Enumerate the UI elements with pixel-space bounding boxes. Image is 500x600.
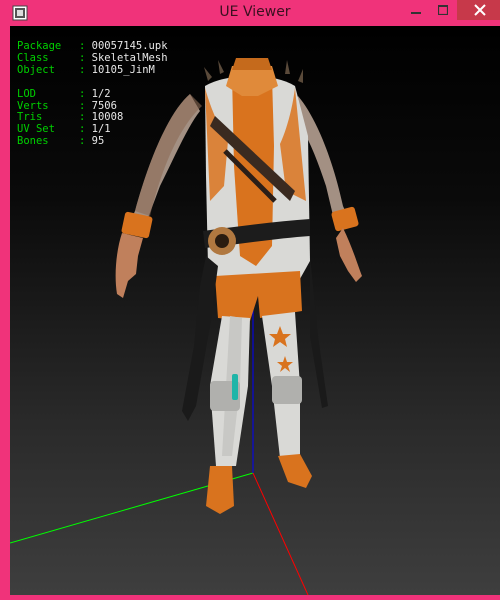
- close-button[interactable]: [457, 0, 500, 20]
- minimize-button[interactable]: [403, 0, 429, 20]
- close-icon: [473, 4, 486, 16]
- lod-label: LOD: [17, 87, 36, 100]
- bones-value: 95: [91, 135, 105, 148]
- package-value: 00057145.upk: [91, 40, 168, 52]
- lod-value: 1/2: [91, 87, 111, 100]
- title-bar[interactable]: UE Viewer: [5, 0, 500, 26]
- object-row: Object: 10105_JinM: [17, 63, 155, 76]
- object-label: Object: [17, 63, 55, 76]
- axis-x-line: [252, 472, 309, 595]
- minimize-icon: [411, 12, 421, 14]
- uvset-value: 1/1: [91, 123, 111, 136]
- object-value: 10105_JinM: [91, 63, 155, 76]
- 3d-viewport[interactable]: Package: 00057145.upk Class: SkeletalMes…: [10, 26, 500, 595]
- class-value: SkeletalMesh: [91, 51, 168, 64]
- maximize-button[interactable]: [430, 0, 456, 20]
- app-window: UE Viewer Package: 00057145.upk Class:…: [0, 0, 500, 600]
- bones-row: Bones: 95: [17, 135, 105, 148]
- tris-value: 10008: [91, 111, 124, 124]
- verts-value: 7506: [91, 99, 117, 112]
- mesh-info-overlay: Package: 00057145.upk Class: SkeletalMes…: [17, 40, 168, 148]
- bones-label: Bones: [17, 135, 49, 148]
- maximize-icon: [438, 5, 448, 15]
